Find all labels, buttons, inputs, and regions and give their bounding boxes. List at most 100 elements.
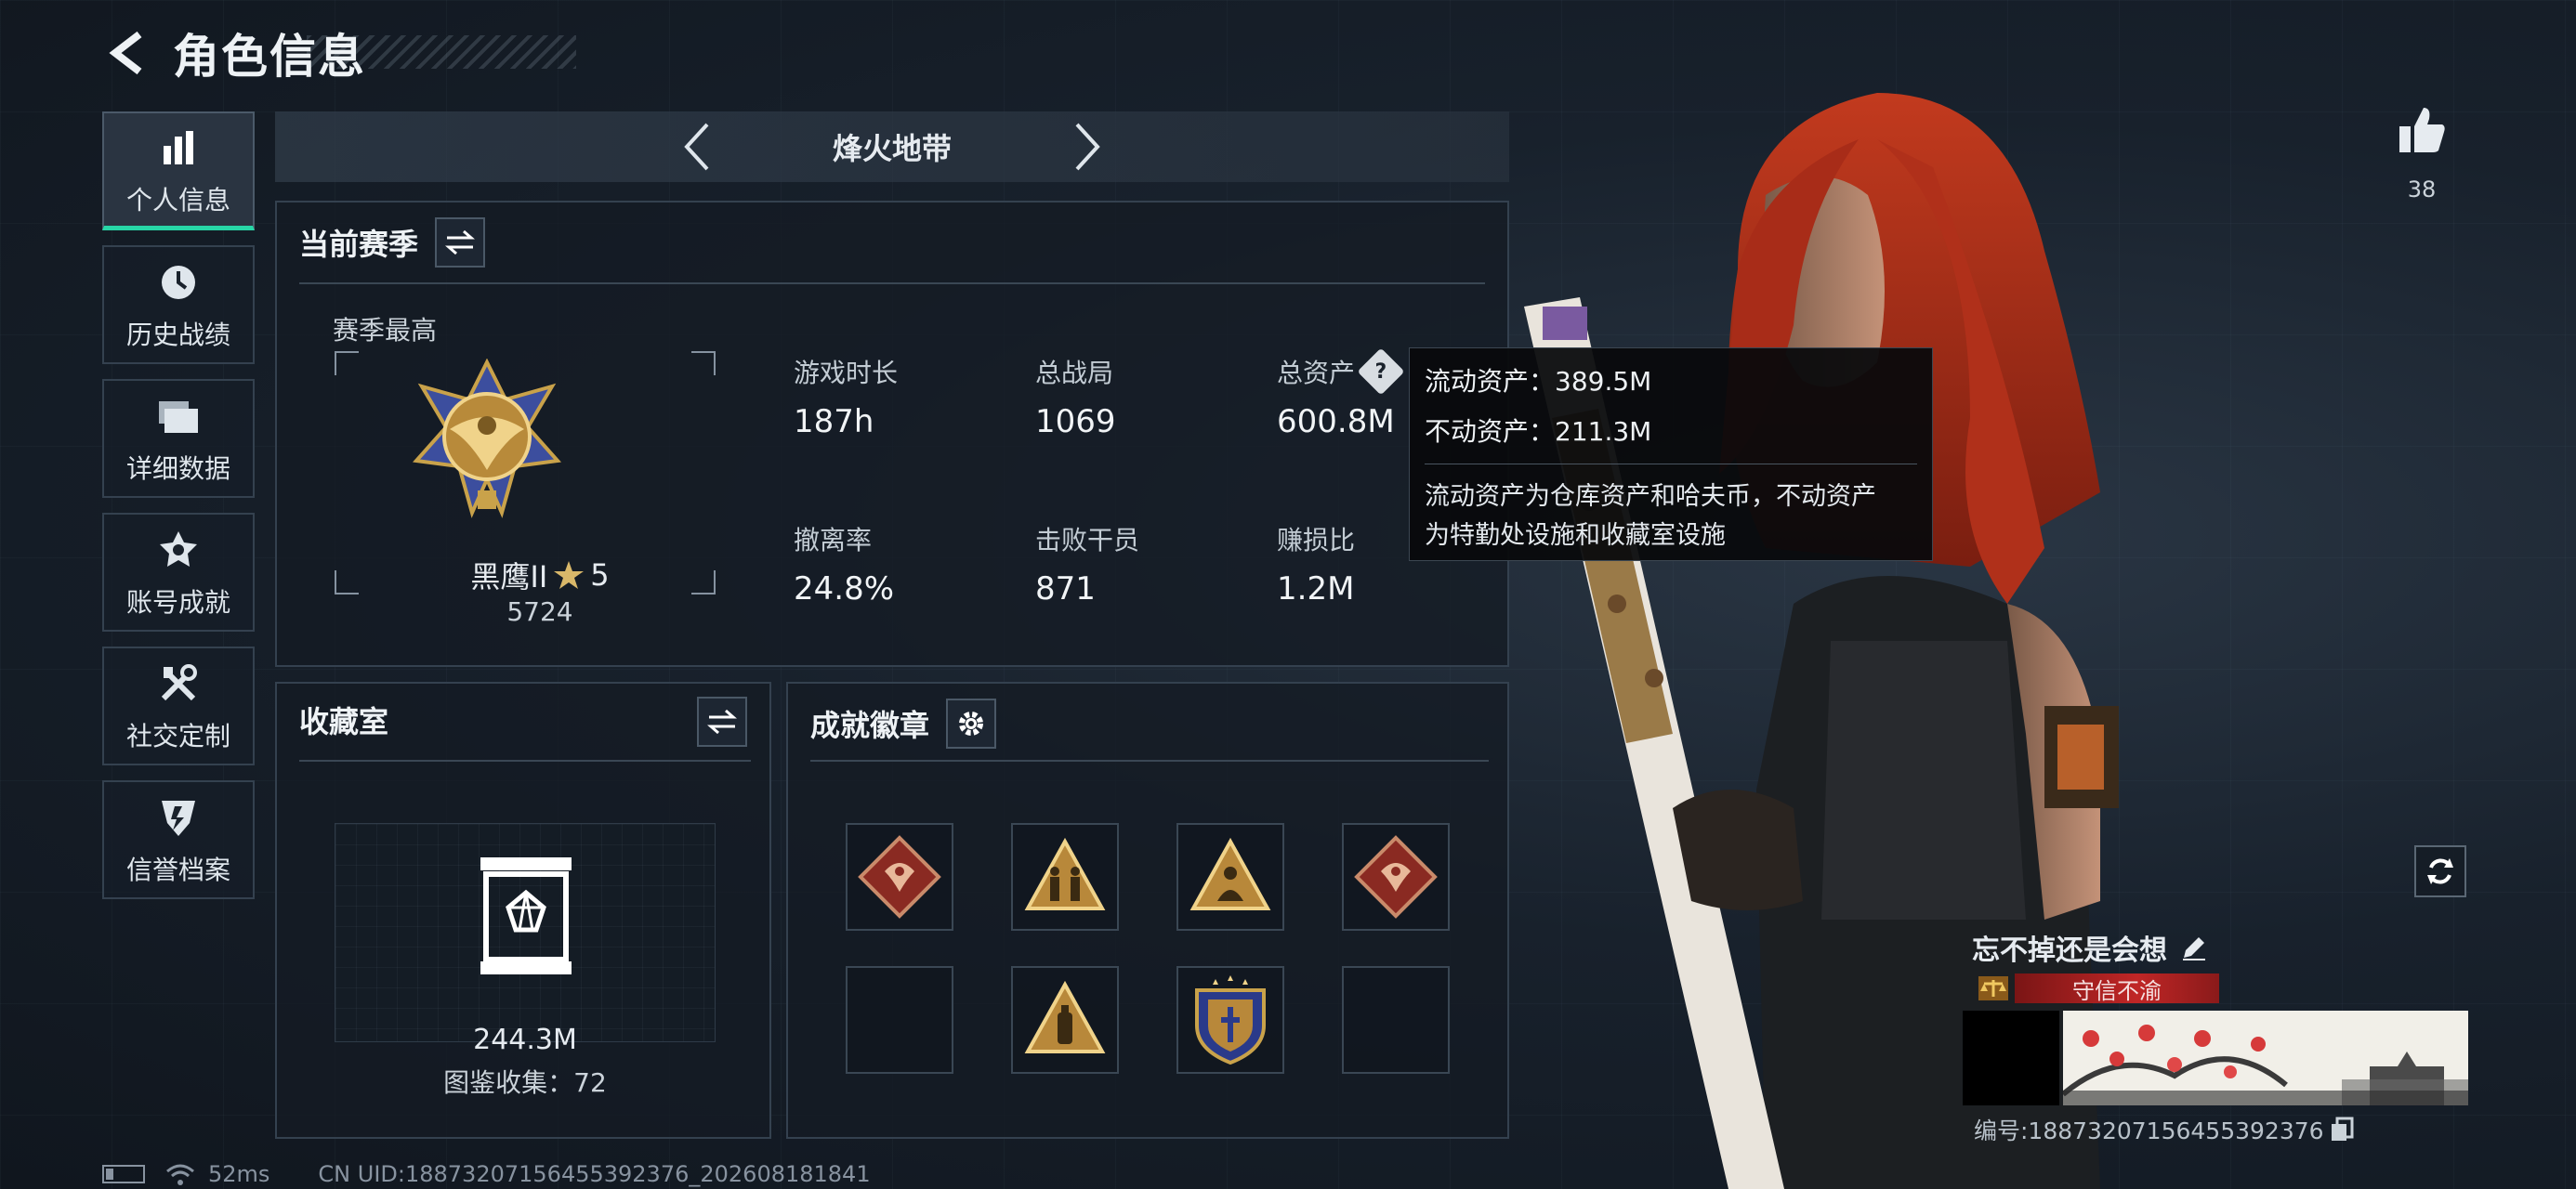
collection-value: 244.3M — [473, 1024, 577, 1056]
chevron-right-icon — [1075, 123, 1100, 171]
rank-emblem-icon — [413, 359, 561, 518]
dragon-badge-icon — [1354, 835, 1438, 919]
collection-panel-header: 收藏室 — [299, 699, 388, 741]
achievement-slot-8[interactable] — [1342, 966, 1450, 1074]
mode-next-button[interactable] — [1059, 119, 1115, 175]
status-bar: 52ms CN UID:18873207156455392376_2026081… — [102, 1159, 871, 1189]
rank-name: 黑鹰II — [470, 559, 548, 594]
back-button[interactable] — [102, 27, 154, 79]
honor-title: 守信不渝 — [2015, 973, 2219, 1004]
thumbs-up-icon — [2399, 108, 2445, 152]
collection-count: 图鉴收集：72 — [443, 1067, 607, 1098]
sidebar-item-details[interactable]: 详细数据 — [102, 379, 255, 498]
refresh-button[interactable] — [2414, 845, 2466, 897]
mode-title: 烽火地带 — [832, 131, 952, 166]
medal-icon — [153, 525, 204, 575]
triangle-soldier-badge-icon — [1189, 837, 1271, 910]
achievement-slot-3[interactable] — [1176, 823, 1284, 931]
stat-value: 24.8% — [794, 570, 895, 608]
sidebar-item-reputation[interactable]: 信誉档案 — [102, 780, 255, 899]
sidebar-item-history[interactable]: 历史战绩 — [102, 245, 255, 364]
tools-icon — [153, 659, 204, 709]
clock-icon — [153, 257, 204, 307]
stat-label: 撤离率 — [794, 525, 873, 555]
edit-icon[interactable] — [2180, 934, 2208, 961]
like-button[interactable] — [2394, 104, 2450, 160]
stat-value: 187h — [794, 403, 874, 440]
folder-icon — [153, 391, 204, 441]
refresh-icon — [2427, 858, 2453, 884]
achievement-slot-4[interactable] — [1342, 823, 1450, 931]
achievements-title: 成就徽章 — [810, 708, 930, 743]
sidebar-item-personal-info[interactable]: 个人信息 — [102, 111, 255, 230]
player-id: 编号:18873207156455392376 — [1974, 1117, 2324, 1144]
like-count: 38 — [2407, 176, 2437, 203]
mode-prev-button[interactable] — [669, 119, 725, 175]
bar-chart-icon — [153, 123, 204, 173]
triangle-extinguisher-badge-icon — [1024, 980, 1106, 1053]
back-arrow-icon — [109, 31, 142, 75]
battery-icon — [102, 1165, 145, 1183]
tooltip-fixed-assets: 不动资产：211.3M — [1425, 416, 1652, 447]
gear-icon — [959, 712, 984, 736]
stat-label: 总战局 — [1035, 358, 1114, 388]
tooltip-description-line1: 流动资产为仓库资产和哈夫币，不动资产 — [1425, 482, 1876, 511]
achievement-slot-5[interactable] — [846, 966, 953, 1074]
stat-total-matches: 总战局 1069 — [1035, 353, 1116, 440]
collection-preview[interactable] — [335, 823, 716, 1042]
stat-label: 游戏时长 — [794, 358, 899, 388]
display-case-icon — [480, 857, 572, 974]
achievement-slot-7[interactable] — [1176, 966, 1284, 1074]
wifi-icon — [166, 1164, 194, 1185]
tooltip-liquid-assets: 流动资产：389.5M — [1425, 366, 1652, 397]
divider — [299, 760, 751, 762]
stat-value: 600.8M — [1277, 403, 1395, 440]
help-icon[interactable]: ? — [1357, 347, 1405, 396]
achievements-panel-header: 成就徽章 — [810, 699, 997, 749]
sidebar-item-label: 信誉档案 — [125, 855, 230, 885]
sidebar-item-social[interactable]: 社交定制 — [102, 647, 255, 765]
triangle-figures-badge-icon — [1024, 837, 1106, 910]
stat-value: 1.2M — [1277, 570, 1355, 608]
player-name: 忘不掉还是会想 — [1972, 934, 2167, 967]
achievements-settings-button[interactable] — [946, 699, 997, 749]
divider — [810, 760, 1489, 762]
switch-season-button[interactable] — [435, 217, 486, 268]
shield-icon — [153, 792, 204, 843]
stat-total-assets: 总资产 ? 600.8M — [1277, 347, 1405, 440]
name-card-banner[interactable] — [2063, 1011, 2468, 1105]
divider — [299, 282, 1485, 284]
stat-label: 击败干员 — [1035, 525, 1140, 555]
stat-label: 总资产 — [1277, 358, 1356, 388]
header: 角色信息 — [102, 20, 366, 85]
stat-label-row: 总资产 ? — [1277, 347, 1405, 396]
collection-title: 收藏室 — [299, 704, 389, 739]
sidebar-item-achievements[interactable]: 账号成就 — [102, 513, 255, 632]
stat-kills: 击败干员 871 — [1035, 520, 1139, 608]
sidebar: 个人信息 历史战绩 详细数据 账号成就 社交定制 信誉档案 — [102, 111, 255, 914]
achievement-slot-6[interactable] — [1011, 966, 1119, 1074]
uid-text: CN UID:18873207156455392376_202608181841 — [318, 1161, 871, 1187]
stat-play-time: 游戏时长 187h — [794, 353, 898, 440]
dragon-badge-icon — [858, 835, 941, 919]
copy-icon[interactable] — [2330, 1117, 2354, 1143]
stat-label: 赚损比 — [1277, 525, 1356, 555]
achievement-slot-2[interactable] — [1011, 823, 1119, 931]
tooltip-description-line2: 为特勤处设施和收藏室设施 — [1425, 521, 1726, 550]
page-title: 角色信息 — [173, 30, 366, 84]
switch-collection-button[interactable] — [697, 697, 747, 747]
star-icon — [554, 561, 585, 589]
sidebar-item-label: 账号成就 — [125, 587, 230, 618]
collection-panel[interactable]: 收藏室 244.3M 图鉴收集：72 — [275, 682, 771, 1139]
achievement-slot-1[interactable] — [846, 823, 953, 931]
season-best-label: 赛季最高 — [333, 315, 438, 346]
player-id-row: 编号:18873207156455392376 — [1974, 1113, 2354, 1146]
rank-line: 黑鹰II 5 — [333, 554, 747, 596]
sidebar-item-label: 个人信息 — [125, 184, 230, 216]
character-info-screen: 角色信息 个人信息 历史战绩 详细数据 账号成就 社交定制 信誉档案 烽火地带 … — [0, 0, 2576, 1189]
shield-emblem-badge-icon — [1195, 975, 1266, 1065]
avatar[interactable] — [1963, 1011, 2059, 1105]
player-name-row: 忘不掉还是会想 — [1972, 927, 2208, 968]
ping: 52ms — [208, 1161, 270, 1187]
chevron-left-icon — [684, 123, 709, 171]
